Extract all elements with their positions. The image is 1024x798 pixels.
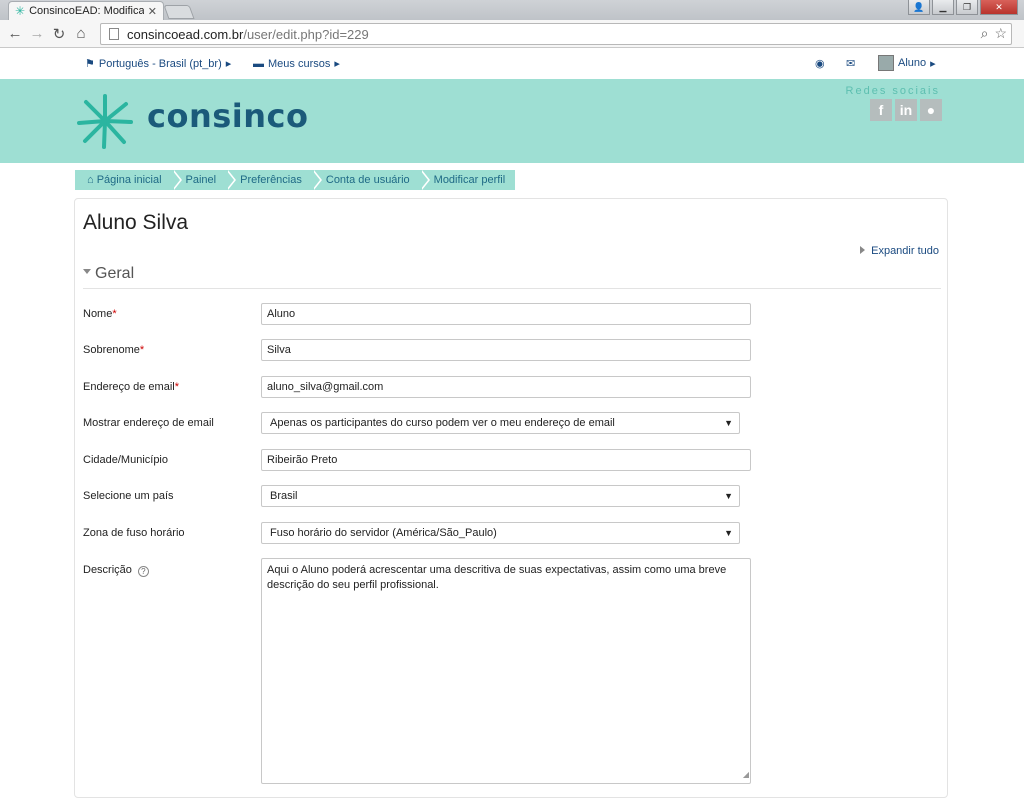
country-label: Selecione um país [83, 490, 174, 502]
top-navigation: ⚑ Português - Brasil (pt_br) ▸ ▬ Meus cu… [0, 49, 1024, 79]
maximize-icon[interactable]: ❐ [956, 0, 978, 15]
my-courses-label: Meus cursos [268, 57, 331, 70]
main-content: Aluno Silva Expandir tudo Geral Nome* Al… [74, 198, 948, 798]
dropdown-arrow-icon: ▼ [724, 528, 733, 538]
caret-right-icon: ▸ [225, 58, 232, 70]
briefcase-icon: ▬ [253, 57, 264, 70]
avatar [878, 55, 894, 71]
timezone-label: Zona de fuso horário [83, 527, 185, 539]
reload-icon[interactable]: ↻ [48, 25, 70, 43]
show-email-label: Mostrar endereço de email [83, 417, 214, 429]
logo-text[interactable]: consinco [147, 97, 308, 135]
sobrenome-label: Sobrenome* [83, 344, 145, 356]
sobrenome-field[interactable]: Silva [261, 339, 751, 361]
browser-tab-bar: ✳ ConsincoEAD: Modificar p ✕ 👤 ▁ ❐ ✕ [0, 0, 1024, 20]
dropdown-arrow-icon: ▼ [724, 491, 733, 501]
city-field[interactable]: Ribeirão Preto [261, 449, 751, 471]
envelope-icon: ✉ [846, 58, 856, 70]
url-path: /user/edit.php?id=229 [243, 26, 369, 42]
breadcrumb-label: Página inicial [96, 174, 162, 186]
caret-right-icon: ▸ [334, 58, 340, 70]
show-email-select[interactable]: Apenas os participantes do curso podem v… [261, 412, 740, 434]
breadcrumb: ⌂ Página inicial Painel Preferências Con… [75, 170, 516, 190]
back-icon[interactable]: ← [4, 25, 26, 42]
nome-field[interactable]: Aluno [261, 303, 751, 325]
section-geral[interactable]: Geral [83, 265, 941, 289]
language-menu[interactable]: ⚑ Português - Brasil (pt_br) ▸ [85, 57, 232, 71]
window-controls: 👤 ▁ ❐ ✕ [908, 0, 1018, 15]
social-links: f in ● [870, 99, 942, 121]
user-menu[interactable]: Aluno ▸ [878, 55, 936, 71]
search-icon[interactable]: ⌕ [981, 25, 989, 42]
minimize-icon[interactable]: ▁ [932, 0, 954, 15]
url-input[interactable]: consincoead.com.br/user/edit.php?id=229 … [100, 23, 1012, 45]
description-text: Aqui o Aluno poderá acrescentar uma desc… [267, 564, 727, 591]
user-name: Aluno [898, 57, 927, 69]
close-window-icon[interactable]: ✕ [980, 0, 1018, 15]
nome-label: Nome* [83, 308, 117, 320]
facebook-icon[interactable]: f [870, 99, 892, 121]
breadcrumb-preferencias[interactable]: Preferências [226, 170, 322, 190]
bookmark-star-icon[interactable]: ☆ [994, 25, 1007, 42]
tab-title: ConsincoEAD: Modificar p [29, 5, 144, 17]
breadcrumb-home[interactable]: ⌂ Página inicial [75, 170, 182, 190]
expand-all-label: Expandir tudo [871, 245, 939, 257]
flag-icon: ⚑ [85, 58, 95, 70]
home-icon[interactable]: ⌂ [70, 25, 92, 42]
website-icon[interactable]: ● [920, 99, 942, 121]
social-title: Redes sociais [845, 85, 940, 97]
city-label: Cidade/Município [83, 454, 168, 466]
chevron-down-icon [83, 269, 91, 274]
resize-handle-icon[interactable]: ◢ [743, 767, 749, 782]
new-tab-button[interactable] [163, 5, 195, 19]
country-value: Brasil [270, 490, 298, 502]
tab-close-icon[interactable]: ✕ [148, 5, 157, 18]
show-email-value: Apenas os participantes do curso podem v… [270, 417, 615, 429]
expand-all-link[interactable]: Expandir tudo [860, 245, 939, 257]
caret-right-icon [860, 246, 866, 254]
forward-icon[interactable]: → [26, 25, 48, 42]
notification-icon: ◉ [815, 58, 825, 70]
consinco-favicon-icon: ✳ [15, 4, 26, 18]
description-textarea[interactable]: Aqui o Aluno poderá acrescentar uma desc… [261, 558, 751, 784]
consinco-logo-mark-icon [77, 94, 133, 149]
browser-toolbar: ← → ↻ ⌂ consincoead.com.br/user/edit.php… [0, 20, 1024, 48]
page-icon [109, 28, 119, 40]
timezone-value: Fuso horário do servidor (América/São_Pa… [270, 527, 497, 539]
timezone-select[interactable]: Fuso horário do servidor (América/São_Pa… [261, 522, 740, 544]
breadcrumb-modificar-perfil[interactable]: Modificar perfil [419, 170, 516, 190]
help-icon[interactable]: ? [137, 566, 149, 577]
email-field[interactable]: aluno_silva@gmail.com [261, 376, 751, 398]
user-profile-icon[interactable]: 👤 [908, 0, 930, 15]
email-label: Endereço de email* [83, 381, 180, 393]
notifications-button[interactable]: ◉ [815, 57, 825, 70]
browser-tab[interactable]: ✳ ConsincoEAD: Modificar p ✕ [8, 1, 164, 20]
description-label: Descrição? [83, 564, 149, 577]
linkedin-icon[interactable]: in [895, 99, 917, 121]
page-title: Aluno Silva [83, 211, 189, 234]
section-title: Geral [95, 265, 135, 282]
messages-button[interactable]: ✉ [846, 57, 855, 70]
url-host: consincoead.com.br [127, 26, 244, 42]
my-courses-menu[interactable]: ▬ Meus cursos ▸ [253, 57, 340, 71]
language-label: Português - Brasil (pt_br) [98, 57, 222, 70]
caret-right-icon: ▸ [930, 57, 936, 70]
country-select[interactable]: Brasil ▼ [261, 485, 740, 507]
site-header: consinco Redes sociais f in ● [0, 79, 1024, 163]
home-icon: ⌂ [87, 174, 97, 186]
dropdown-arrow-icon: ▼ [724, 418, 733, 428]
breadcrumb-conta-usuario[interactable]: Conta de usuário [311, 170, 430, 190]
